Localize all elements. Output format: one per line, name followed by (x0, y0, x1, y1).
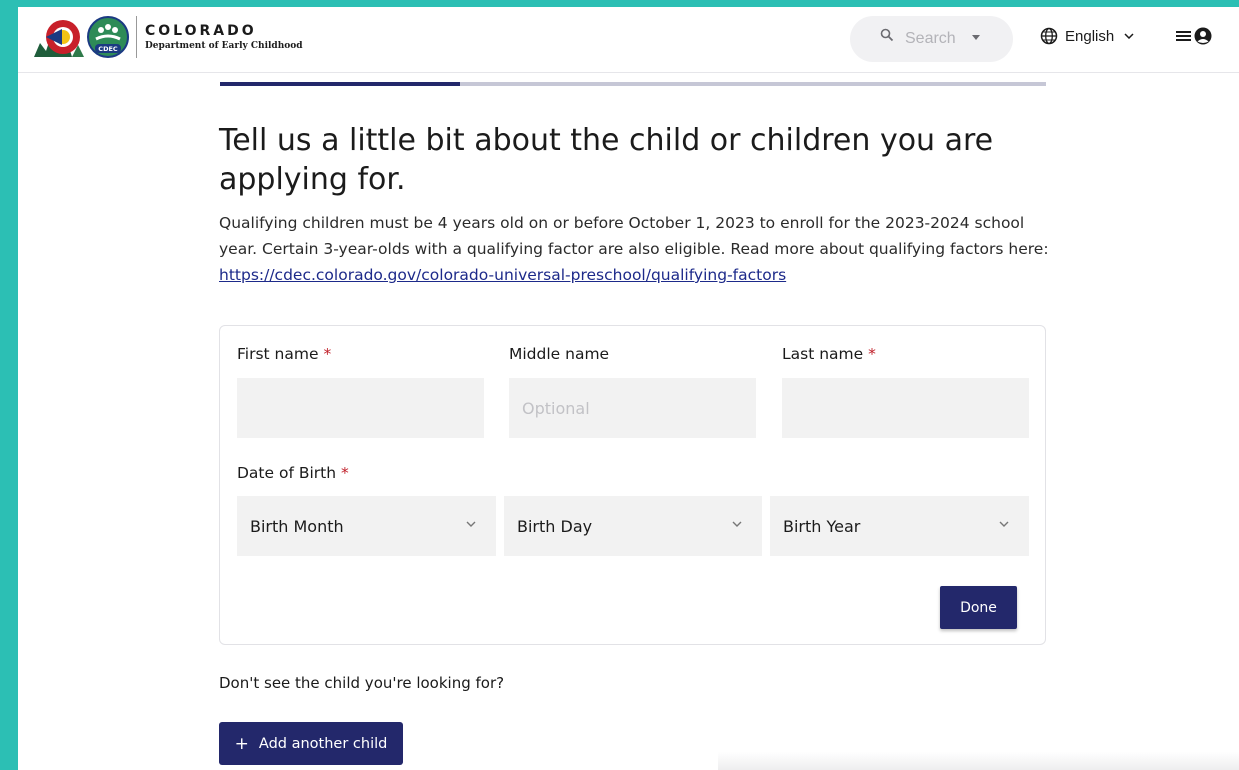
caret-down-icon (972, 35, 980, 40)
search-icon (880, 28, 894, 42)
child-form-card: First name * Middle name Last name * Dat… (219, 325, 1046, 645)
birth-month-value: Birth Month (250, 516, 344, 536)
language-label: English (1065, 27, 1115, 45)
colorado-c-logo-icon (34, 20, 84, 57)
add-another-child-button[interactable]: + Add another child (219, 722, 403, 765)
birth-day-value: Birth Day (517, 516, 593, 536)
plus-icon: + (234, 733, 249, 754)
first-name-field[interactable] (237, 378, 484, 438)
hamburger-icon (1176, 31, 1191, 41)
search-box[interactable]: Search (850, 16, 1013, 62)
add-another-child-label: Add another child (258, 735, 388, 752)
birth-year-value: Birth Year (783, 516, 861, 536)
chevron-down-icon (1124, 33, 1134, 39)
first-name-label-text: First name (237, 345, 319, 363)
done-button[interactable]: Done (940, 586, 1017, 629)
last-name-label-text: Last name (782, 345, 864, 363)
required-marker: * (323, 345, 332, 363)
missing-child-notice: Don't see the child you're looking for? (219, 674, 505, 692)
page-title: Tell us a little bit about the child or … (219, 123, 994, 197)
logo-marks: CDEC (32, 15, 130, 59)
cdec-badge-text: CDEC (98, 45, 118, 53)
brand-text: COLORADO Department of Early Childhood (145, 23, 303, 51)
globe-icon (1040, 27, 1058, 45)
language-selector[interactable]: English (1040, 27, 1134, 45)
logo-divider (136, 16, 137, 58)
chevron-down-icon (732, 521, 742, 527)
colorado-logo[interactable]: CDEC COLORADO Department of Early Childh… (32, 15, 303, 59)
intro-text: Qualifying children must be 4 years old … (219, 210, 1049, 288)
chevron-down-icon (466, 521, 476, 527)
page: CDEC COLORADO Department of Early Childh… (18, 7, 1239, 770)
account-menu-button[interactable] (1176, 27, 1212, 45)
dob-label: Date of Birth * (237, 464, 349, 482)
bottom-shadow (718, 752, 1239, 770)
search-placeholder: Search (905, 30, 956, 47)
middle-name-field[interactable] (509, 378, 756, 438)
birth-month-select[interactable]: Birth Month (237, 496, 496, 556)
progress-fill (220, 82, 460, 86)
brand-subtitle: Department of Early Childhood (145, 41, 303, 51)
birth-year-select[interactable]: Birth Year (770, 496, 1029, 556)
cdec-badge-icon: CDEC (87, 16, 129, 58)
first-name-label: First name * (237, 345, 331, 363)
last-name-label: Last name * (782, 345, 876, 363)
progress-bar (220, 82, 1046, 86)
brand-title: COLORADO (145, 23, 257, 39)
last-name-field[interactable] (782, 378, 1029, 438)
required-marker: * (341, 464, 349, 482)
intro-body: Qualifying children must be 4 years old … (219, 214, 1049, 258)
middle-name-label: Middle name (509, 345, 610, 363)
user-icon (1194, 27, 1212, 45)
qualifying-factors-link[interactable]: https://cdec.colorado.gov/colorado-unive… (219, 266, 786, 284)
required-marker: * (868, 345, 876, 363)
birth-day-select[interactable]: Birth Day (504, 496, 762, 556)
site-header: CDEC COLORADO Department of Early Childh… (18, 7, 1239, 73)
chevron-down-icon (999, 521, 1009, 527)
dob-label-text: Date of Birth (237, 464, 337, 482)
